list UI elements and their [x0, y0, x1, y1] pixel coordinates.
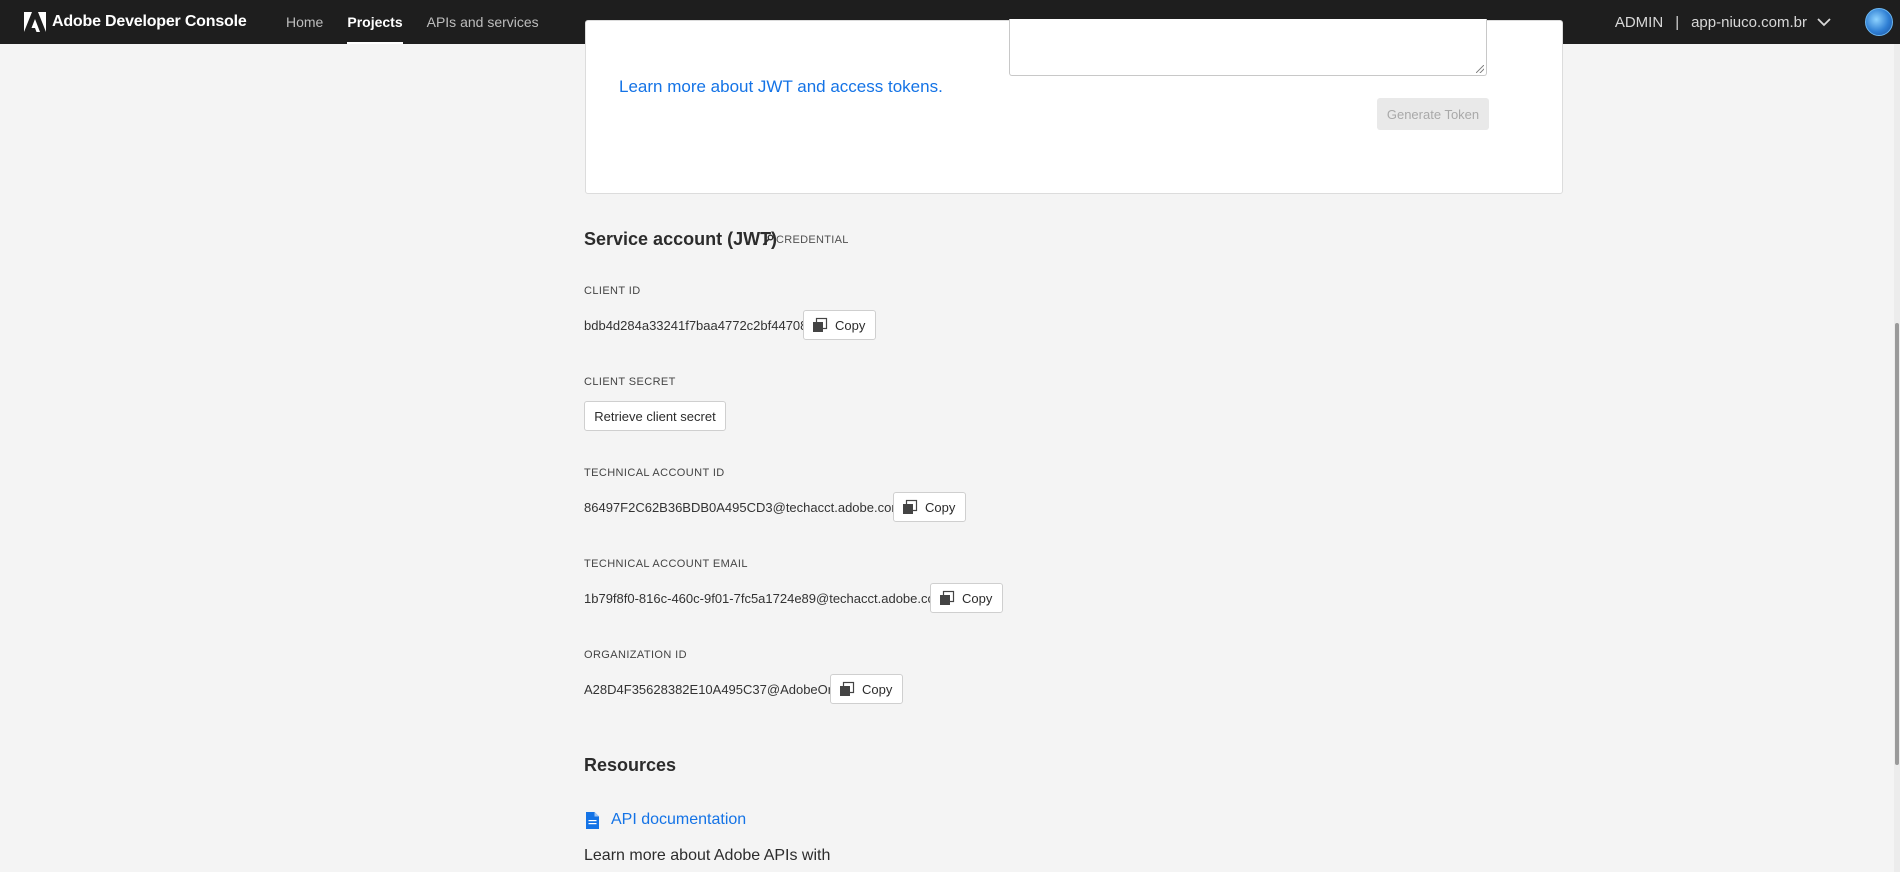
- main-nav: Home Projects APIs and services: [286, 0, 563, 44]
- chevron-down-icon[interactable]: [1817, 17, 1831, 27]
- generate-token-card: Learn more about JWT and access tokens. …: [585, 19, 1563, 194]
- key-icon: [762, 234, 774, 246]
- nav-apis-and-services[interactable]: APIs and services: [427, 0, 539, 44]
- client-id-value: bdb4d284a33241f7baa4772c2bf44708: [584, 318, 808, 333]
- organization-id-label: ORGANIZATION ID: [584, 649, 687, 661]
- copy-label: Copy: [835, 317, 866, 333]
- copy-icon: [903, 499, 918, 514]
- copy-organization-id-button[interactable]: Copy: [830, 674, 903, 704]
- copy-technical-account-email-button[interactable]: Copy: [930, 583, 1003, 613]
- nav-projects[interactable]: Projects: [347, 0, 403, 44]
- copy-label: Copy: [862, 681, 893, 697]
- copy-client-id-button[interactable]: Copy: [803, 310, 876, 340]
- credential-label: CREDENTIAL: [776, 234, 849, 246]
- org-name: app-niuco.com.br: [1691, 13, 1807, 31]
- resize-grip-icon[interactable]: [1476, 65, 1484, 73]
- copy-technical-account-id-button[interactable]: Copy: [893, 492, 966, 522]
- learn-more-apis-text: Learn more about Adobe APIs with: [584, 847, 831, 864]
- technical-account-id-label: TECHNICAL ACCOUNT ID: [584, 467, 725, 479]
- credential-tag: CREDENTIAL: [762, 234, 849, 246]
- jwt-textarea[interactable]: [1009, 19, 1487, 76]
- org-switcher[interactable]: ADMIN | app-niuco.com.br: [1615, 0, 1900, 44]
- copy-label: Copy: [925, 499, 956, 515]
- copy-icon: [840, 681, 855, 696]
- org-role: ADMIN: [1614, 13, 1664, 31]
- scrollbar-thumb[interactable]: [1895, 323, 1899, 765]
- api-documentation-label: API documentation: [611, 811, 747, 828]
- retrieve-client-secret-button[interactable]: Retrieve client secret: [584, 401, 726, 431]
- nav-home[interactable]: Home: [286, 0, 323, 44]
- technical-account-email-value: 1b79f8f0-816c-460c-9f01-7fc5a1724e89@tec…: [584, 591, 946, 606]
- app-title: Adobe Developer Console: [52, 13, 247, 30]
- copy-icon: [940, 590, 955, 605]
- adobe-logo-icon: [24, 12, 46, 32]
- copy-label: Copy: [962, 590, 993, 606]
- technical-account-id-value: 86497F2C62B36BDB0A495CD3@techacct.adobe.…: [584, 500, 903, 515]
- avatar[interactable]: [1865, 8, 1893, 36]
- resources-title: Resources: [584, 755, 677, 775]
- brand[interactable]: Adobe Developer Console: [24, 12, 286, 32]
- client-id-label: CLIENT ID: [584, 285, 641, 297]
- copy-icon: [813, 317, 828, 332]
- organization-id-value: A28D4F35628382E10A495C37@AdobeOrg: [584, 682, 840, 697]
- service-account-title: Service account (JWT): [584, 229, 778, 249]
- generate-token-button[interactable]: Generate Token: [1377, 98, 1489, 130]
- org-separator: |: [1675, 13, 1680, 31]
- client-secret-label: CLIENT SECRET: [584, 376, 676, 388]
- learn-more-jwt-link[interactable]: Learn more about JWT and access tokens.: [619, 77, 943, 97]
- document-icon: [586, 811, 599, 829]
- api-documentation-link[interactable]: API documentation: [586, 811, 746, 829]
- technical-account-email-label: TECHNICAL ACCOUNT EMAIL: [584, 558, 748, 570]
